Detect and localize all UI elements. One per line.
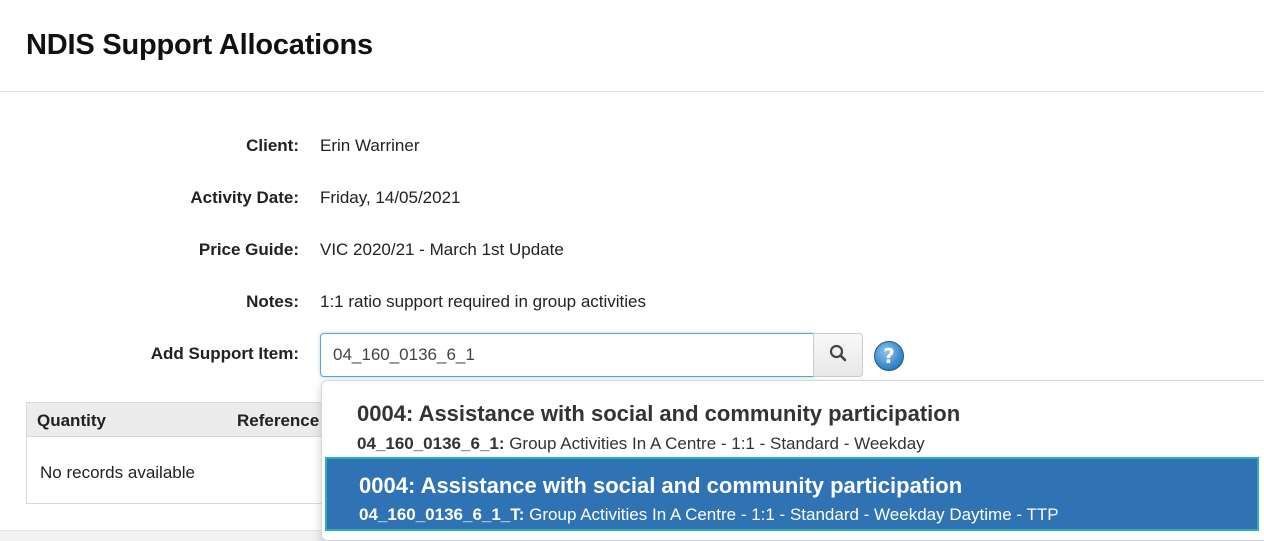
grid-header: Quantity Reference: [27, 403, 345, 437]
notes-value: 1:1 ratio support required in group acti…: [320, 292, 647, 311]
option-description: Group Activities In A Centre - 1:1 - Sta…: [504, 434, 925, 453]
support-item-label: Add Support Item:: [150, 344, 299, 363]
client-label: Client:: [246, 136, 299, 155]
option-description: Group Activities In A Centre - 1:1 - Sta…: [524, 505, 1059, 524]
option-code: 04_160_0136_6_1:: [357, 434, 505, 453]
allocations-grid: Quantity Reference No records available: [26, 402, 346, 504]
notes-label: Notes:: [246, 292, 299, 311]
option-title: 0004: Assistance with social and communi…: [359, 473, 963, 498]
option-code: 04_160_0136_6_1_T:: [359, 505, 525, 524]
grid-empty-message: No records available: [40, 463, 195, 482]
price-guide-value: VIC 2020/21 - March 1st Update: [320, 240, 564, 259]
activity-date-row: Activity Date: Friday, 14/05/2021: [0, 185, 900, 209]
help-icon[interactable]: ?: [874, 341, 904, 371]
option-subtitle: 04_160_0136_6_1: Group Activities In A C…: [357, 434, 925, 454]
search-icon: [829, 344, 847, 367]
client-row: Client: Erin Warriner: [0, 133, 900, 157]
price-guide-row: Price Guide: VIC 2020/21 - March 1st Upd…: [0, 237, 900, 261]
help-glyph: ?: [883, 344, 895, 368]
option-subtitle: 04_160_0136_6_1_T: Group Activities In A…: [359, 505, 1059, 525]
activity-date-value: Friday, 14/05/2021: [320, 188, 461, 207]
price-guide-label: Price Guide:: [198, 240, 299, 259]
client-value: Erin Warriner: [320, 136, 420, 155]
activity-date-label: Activity Date:: [190, 188, 299, 207]
search-button[interactable]: [813, 333, 863, 377]
autocomplete-dropdown: 0004: Assistance with social and communi…: [321, 380, 1264, 541]
page-title: NDIS Support Allocations: [26, 29, 373, 61]
option-title: 0004: Assistance with social and communi…: [357, 401, 961, 426]
support-item-search-input[interactable]: [320, 333, 814, 377]
column-reference[interactable]: Reference: [237, 411, 319, 431]
notes-row: Notes: 1:1 ratio support required in gro…: [0, 289, 900, 313]
dropdown-option-selected[interactable]: 0004: Assistance with social and communi…: [325, 457, 1259, 531]
column-quantity[interactable]: Quantity: [37, 411, 106, 431]
page-header: NDIS Support Allocations: [0, 0, 1264, 92]
dropdown-option[interactable]: 0004: Assistance with social and communi…: [322, 381, 1264, 455]
